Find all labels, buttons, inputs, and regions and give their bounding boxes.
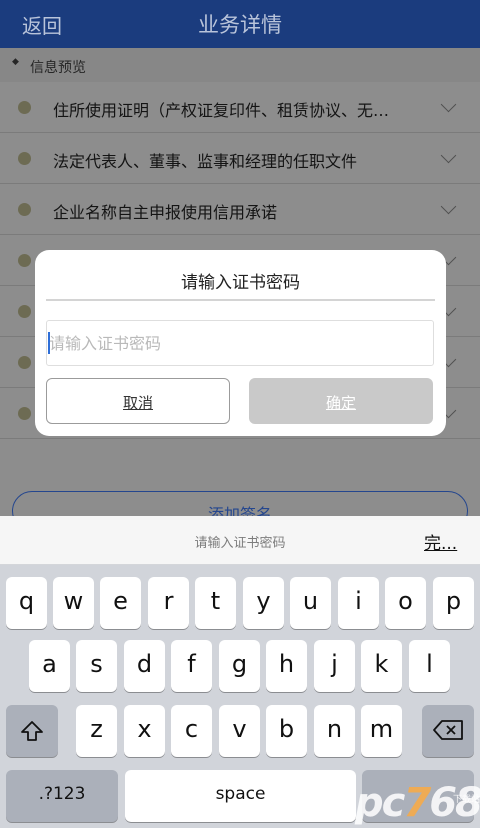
key-w[interactable]: w — [53, 577, 94, 629]
chevron-down-icon[interactable] — [440, 147, 457, 164]
key-o[interactable]: o — [385, 577, 426, 629]
key-h[interactable]: h — [266, 640, 307, 692]
list-item-label: 法定代表人、董事、监事和经理的任职文件 — [53, 152, 358, 171]
key-t[interactable]: t — [195, 577, 236, 629]
keyboard-accessory-bar: 请输入证书密码 完... — [0, 516, 480, 565]
input-hint: 请输入证书密码 — [194, 536, 286, 551]
section-title: 信息预览 — [30, 60, 86, 76]
certificate-password-dialog: 请输入证书密码 取消 确定 — [35, 250, 446, 436]
dialog-divider — [46, 299, 435, 301]
list-item[interactable]: 住所使用证明（产权证复印件、租赁协议、无… — [0, 82, 480, 133]
key-c[interactable]: c — [171, 705, 212, 757]
key-f[interactable]: f — [171, 640, 212, 692]
list-item-label: 企业名称自主申报使用信用承诺 — [53, 203, 278, 222]
key-m[interactable]: m — [361, 705, 402, 757]
key-y[interactable]: y — [243, 577, 284, 629]
list-item[interactable]: 企业名称自主申报使用信用承诺 — [0, 184, 480, 235]
key-b[interactable]: b — [266, 705, 307, 757]
key-l[interactable]: l — [409, 640, 450, 692]
key-z[interactable]: z — [76, 705, 117, 757]
certificate-password-input[interactable] — [46, 320, 434, 366]
key-n[interactable]: n — [314, 705, 355, 757]
nav-bar: 返回 业务详情 — [0, 0, 480, 48]
status-dot-icon — [18, 305, 31, 318]
chevron-down-icon[interactable] — [440, 96, 457, 113]
diamond-icon: ◆ — [12, 57, 19, 67]
key-v[interactable]: v — [219, 705, 260, 757]
status-dot-icon — [18, 407, 31, 420]
status-dot-icon — [18, 152, 31, 165]
dialog-title: 请输入证书密码 — [181, 273, 300, 293]
status-dot-icon — [18, 356, 31, 369]
chevron-down-icon[interactable] — [440, 198, 457, 215]
key-p[interactable]: p — [433, 577, 474, 629]
status-dot-icon — [18, 101, 31, 114]
key-e[interactable]: e — [100, 577, 141, 629]
delete-key[interactable] — [422, 705, 474, 757]
site-watermark-logo: pc768 下载站 — [355, 780, 480, 826]
key-a[interactable]: a — [29, 640, 70, 692]
key-j[interactable]: j — [314, 640, 355, 692]
numbers-key[interactable]: .?123 — [6, 770, 118, 822]
key-q[interactable]: q — [6, 577, 47, 629]
backspace-icon — [433, 720, 463, 740]
page-title: 业务详情 — [198, 13, 282, 37]
space-key[interactable]: space — [125, 770, 356, 822]
list-item-label: 住所使用证明（产权证复印件、租赁协议、无… — [53, 101, 390, 120]
done-button[interactable]: 完... — [424, 529, 457, 554]
key-k[interactable]: k — [361, 640, 402, 692]
key-g[interactable]: g — [219, 640, 260, 692]
shift-key[interactable] — [6, 705, 58, 757]
shift-icon — [21, 721, 43, 741]
key-i[interactable]: i — [338, 577, 379, 629]
list-item[interactable]: 法定代表人、董事、监事和经理的任职文件 — [0, 133, 480, 184]
key-x[interactable]: x — [124, 705, 165, 757]
status-dot-icon — [18, 203, 31, 216]
confirm-button[interactable]: 确定 — [249, 378, 433, 424]
status-dot-icon — [18, 254, 31, 267]
key-s[interactable]: s — [76, 640, 117, 692]
cancel-button[interactable]: 取消 — [46, 378, 230, 424]
key-u[interactable]: u — [290, 577, 331, 629]
text-cursor — [48, 332, 50, 354]
key-r[interactable]: r — [148, 577, 189, 629]
key-d[interactable]: d — [124, 640, 165, 692]
section-header: ◆ 信息预览 — [0, 48, 480, 82]
